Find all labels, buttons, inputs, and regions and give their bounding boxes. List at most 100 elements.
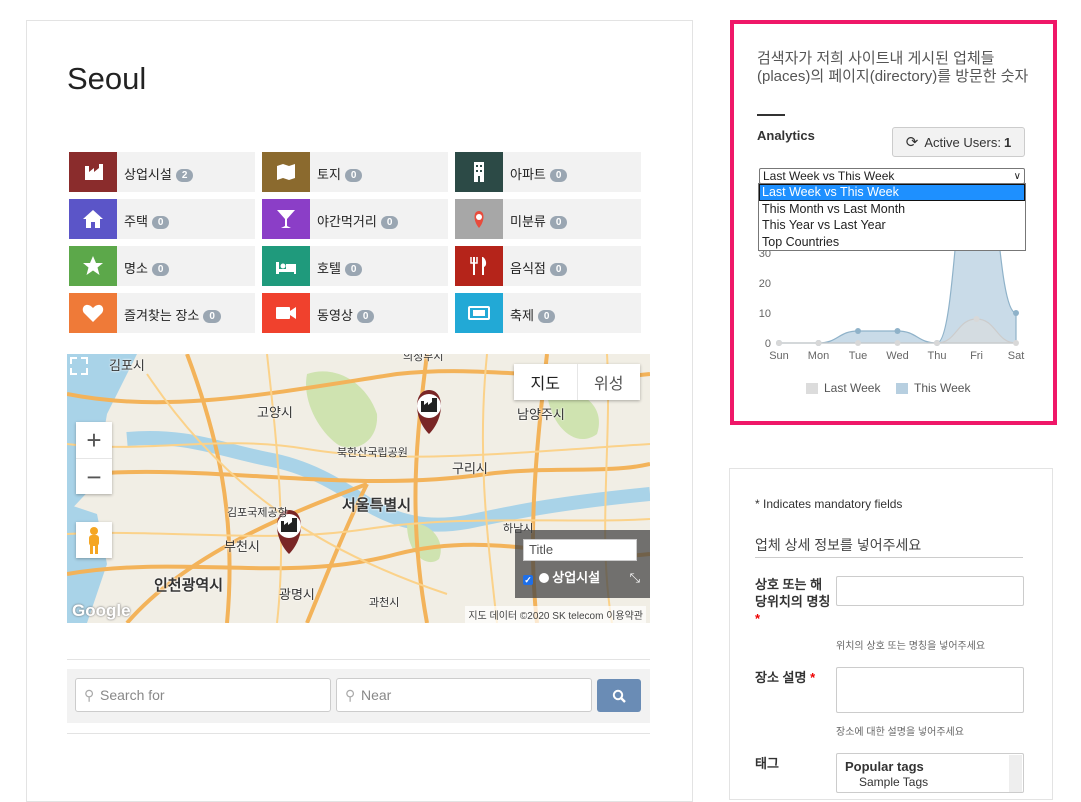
map-place-label: 과천시 <box>369 597 400 609</box>
description-textarea[interactable] <box>836 667 1024 713</box>
map-icon <box>262 152 310 192</box>
category-item[interactable]: 야간먹거리 0 <box>262 199 448 239</box>
data-point[interactable] <box>776 340 782 346</box>
cutlery-icon <box>455 246 503 286</box>
form-section-title: 업체 상세 정보를 넣어주세요 <box>755 537 922 553</box>
category-item[interactable]: 동영상 0 <box>262 293 448 333</box>
house-icon <box>69 199 117 239</box>
category-item[interactable]: 음식점 0 <box>455 246 641 286</box>
category-label: 음식점 0 <box>510 258 568 277</box>
search-divider-bottom <box>67 733 650 734</box>
category-label: 토지 0 <box>317 164 363 183</box>
checkbox-icon[interactable]: ✓ <box>523 575 533 585</box>
category-item[interactable]: 축제 0 <box>455 293 641 333</box>
category-label: 아파트 0 <box>510 164 568 183</box>
category-item[interactable]: 상업시설 2 <box>69 152 255 192</box>
count-badge: 0 <box>380 216 399 229</box>
zoom-in-button[interactable]: + <box>76 422 112 458</box>
page-title: Seoul <box>67 61 147 96</box>
legend-item[interactable]: ✓ 상업시설 <box>523 567 600 586</box>
map-legend: Title ✓ 상업시설 ⤡ <box>515 530 650 598</box>
legend-item-label: 상업시설 <box>552 570 601 585</box>
map-place-label: 서울특별시 <box>342 497 412 514</box>
legend-last-week[interactable]: Last Week <box>806 381 880 395</box>
data-point[interactable] <box>1013 340 1019 346</box>
range-select[interactable]: Last Week vs This Week ∨ <box>759 168 1025 184</box>
category-label: 미분류 0 <box>510 211 568 230</box>
map-type-toggle: 지도 위성 <box>514 364 640 400</box>
map-place-label: 고양시 <box>257 405 293 420</box>
sample-tags-item[interactable]: Sample Tags <box>859 775 928 789</box>
search-divider-top <box>67 659 650 660</box>
data-point[interactable] <box>855 328 861 334</box>
bed-icon <box>262 246 310 286</box>
video-icon <box>262 293 310 333</box>
data-point[interactable] <box>894 340 901 346</box>
map-place-label: 부천시 <box>224 539 260 554</box>
chevron-down-icon: ∨ <box>1013 171 1021 182</box>
range-option[interactable]: Top Countries <box>759 234 1025 251</box>
map-place-label: 구리시 <box>452 461 488 476</box>
category-item[interactable]: 아파트 0 <box>455 152 641 192</box>
near-input[interactable]: ⚲ Near <box>336 678 592 712</box>
map-place-label: 인천광역시 <box>154 577 224 594</box>
scrollbar[interactable] <box>1009 755 1022 792</box>
range-option[interactable]: This Year vs Last Year <box>759 217 1025 234</box>
name-label-text: 상호 또는 해당위치의 명칭 <box>755 577 831 609</box>
count-badge: 0 <box>151 216 170 229</box>
search-placeholder: Search for <box>100 687 165 703</box>
count-badge: 0 <box>356 310 375 323</box>
category-item[interactable]: 명소 0 <box>69 246 255 286</box>
data-point[interactable] <box>974 115 980 121</box>
count-badge: 0 <box>344 263 363 276</box>
count-badge: 0 <box>549 263 568 276</box>
map-place-label: 김포국제공항 <box>227 507 288 519</box>
map-attribution[interactable]: 지도 데이터 ©2020 SK telecom 이용약관 <box>465 606 646 623</box>
category-name: 미분류 <box>510 214 546 229</box>
category-item[interactable]: 주택 0 <box>69 199 255 239</box>
category-name: 축제 <box>510 308 534 323</box>
search-icon <box>612 689 626 703</box>
data-point[interactable] <box>973 316 980 322</box>
range-option[interactable]: This Month vs Last Month <box>759 201 1025 218</box>
collapse-icon[interactable]: ⤡ <box>630 570 640 586</box>
ticket-icon <box>455 293 503 333</box>
legend-this-week[interactable]: This Week <box>896 381 970 395</box>
map-type-map-button[interactable]: 지도 <box>514 364 577 400</box>
legend-swatch <box>896 382 908 394</box>
count-badge: 0 <box>151 263 170 276</box>
map-place-label: 김포시 <box>109 358 145 373</box>
street-view-pegman-icon[interactable] <box>76 522 112 558</box>
factory-icon <box>538 573 549 583</box>
data-point[interactable] <box>855 340 861 346</box>
category-item[interactable]: 즐겨찾는 장소 0 <box>69 293 255 333</box>
category-item[interactable]: 토지 0 <box>262 152 448 192</box>
map-type-satellite-button[interactable]: 위성 <box>576 364 641 400</box>
category-name: 상업시설 <box>124 167 172 182</box>
search-input[interactable]: ⚲ Search for <box>75 678 331 712</box>
data-point[interactable] <box>1013 310 1019 316</box>
tags-box[interactable]: Popular tags Sample Tags <box>836 753 1024 793</box>
category-name: 호텔 <box>317 261 341 276</box>
legend-title-input[interactable]: Title <box>523 539 637 561</box>
data-point[interactable] <box>894 328 901 334</box>
listing-panel: Seoul 상업시설 2 토지 0 아파트 0 주택 0 야간먹거리 0 미분류 0 명소 0 호텔 0 음식점… <box>26 20 693 802</box>
range-option[interactable]: Last Week vs This Week <box>759 184 1025 201</box>
data-point[interactable] <box>934 340 940 346</box>
x-tick-label: Fri <box>970 350 983 362</box>
y-tick-label: 20 <box>759 278 771 290</box>
category-item[interactable]: 미분류 0 <box>455 199 641 239</box>
tags-label: 태그 <box>755 756 779 771</box>
category-label: 상업시설 2 <box>124 164 194 183</box>
zoom-out-button[interactable]: − <box>76 458 112 495</box>
x-tick-label: Tue <box>849 350 868 362</box>
name-input[interactable] <box>836 576 1024 606</box>
desc-label: 장소 설명 * <box>755 667 815 686</box>
x-tick-label: Sat <box>1008 350 1025 362</box>
map-place-label: 북한산국립공원 <box>337 447 408 459</box>
map[interactable]: 김포시 고양시 남양주시 북한산국립공원 구리시 서울특별시 김포국제공항 부천… <box>67 354 650 623</box>
search-icon: ⚲ <box>84 687 95 703</box>
search-button[interactable] <box>597 679 641 712</box>
data-point[interactable] <box>815 340 822 346</box>
category-item[interactable]: 호텔 0 <box>262 246 448 286</box>
